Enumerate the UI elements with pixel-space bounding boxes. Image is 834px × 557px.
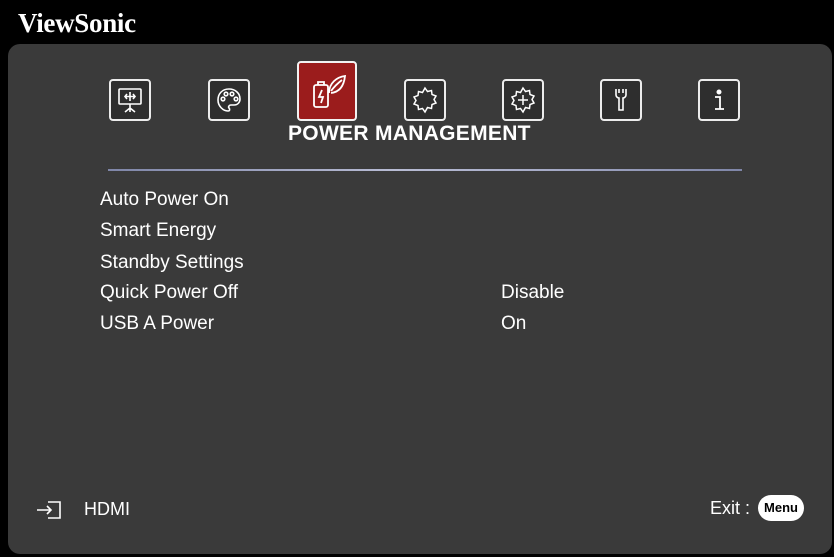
- menu-item-value: Disable: [501, 282, 565, 303]
- tab-power-management[interactable]: [297, 61, 357, 121]
- menu-item-standby-settings[interactable]: Standby Settings: [100, 250, 660, 278]
- basic-settings-icon: [412, 86, 438, 114]
- title-underline: [108, 169, 742, 171]
- menu-item-label: Standby Settings: [100, 252, 244, 273]
- tab-display[interactable]: [109, 79, 151, 121]
- menu-item-label: USB A Power: [100, 313, 215, 334]
- menu-item-value: On: [501, 313, 527, 334]
- osd-panel: POWER MANAGEMENT Auto Power On Smart Ene…: [8, 44, 832, 554]
- menu-item-auto-power-on[interactable]: Auto Power On: [100, 187, 660, 215]
- system-icon: [615, 89, 627, 111]
- image-settings-icon: [217, 88, 241, 112]
- tab-system[interactable]: [600, 79, 642, 121]
- menu-item-smart-energy[interactable]: Smart Energy: [100, 218, 660, 246]
- tab-image-settings[interactable]: [208, 79, 250, 121]
- input-source-label: HDMI: [84, 499, 130, 519]
- tab-advanced-settings[interactable]: [502, 79, 544, 121]
- menu-item-quick-power-off[interactable]: Quick Power Off Disable: [100, 280, 660, 308]
- display-icon: [118, 88, 142, 113]
- menu-key-badge[interactable]: Menu: [758, 495, 804, 521]
- section-title: POWER MANAGEMENT: [288, 122, 531, 145]
- information-icon: [715, 89, 724, 110]
- menu-item-label: Smart Energy: [100, 220, 217, 241]
- exit-hint: Exit : Menu: [710, 495, 804, 521]
- input-source-icon: [37, 500, 61, 519]
- input-source: HDMI: [36, 499, 130, 520]
- exit-label: Exit :: [710, 497, 751, 518]
- menu-item-label: Quick Power Off: [100, 282, 238, 303]
- brand-logo: ViewSonic: [18, 8, 136, 38]
- advanced-settings-icon: [510, 86, 536, 114]
- tab-basic-settings[interactable]: [404, 79, 446, 121]
- menu-item-usb-a-power[interactable]: USB A Power On: [100, 311, 660, 339]
- power-management-icon: [313, 74, 347, 108]
- menu-item-label: Auto Power On: [100, 189, 229, 210]
- tab-information[interactable]: [698, 79, 740, 121]
